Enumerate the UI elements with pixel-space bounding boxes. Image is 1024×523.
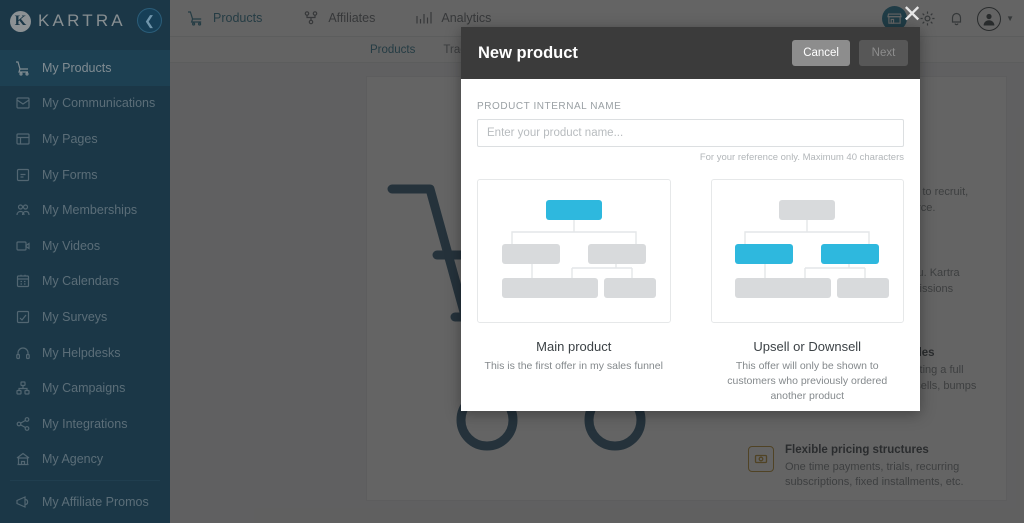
sidebar-item-label: My Memberships — [42, 203, 138, 218]
tree-mid-level-highlighted-icon — [735, 200, 890, 298]
close-icon[interactable]: ✕ — [899, 2, 925, 28]
members-icon — [14, 202, 31, 219]
sidebar-item-my-communications[interactable]: My Communications — [0, 86, 170, 122]
sidebar-item-label: My Surveys — [42, 309, 108, 324]
sidebar-item-my-campaigns[interactable]: My Campaigns — [0, 370, 170, 406]
sidebar-item-my-forms[interactable]: My Forms — [0, 157, 170, 193]
kartra-logo-icon: K — [10, 10, 31, 32]
sidebar-item-my-affiliate-promos[interactable]: My Affiliate Promos — [0, 484, 170, 520]
app-root: K KARTRA ❮ My Products My Communications… — [0, 0, 1024, 523]
sidebar-item-my-memberships[interactable]: My Memberships — [0, 192, 170, 228]
brand-name: KARTRA — [38, 11, 126, 30]
tree-root-highlighted-icon — [501, 200, 656, 298]
choice-main-product[interactable]: Main product This is the first offer in … — [477, 179, 671, 405]
sidebar-item-label: My Agency — [42, 452, 104, 467]
new-product-modal: New product Cancel Next PRODUCT INTERNAL… — [461, 27, 920, 411]
modal-title: New product — [478, 43, 578, 62]
sidebar-item-label: My Helpdesks — [42, 345, 121, 360]
sidebar-item-my-products[interactable]: My Products — [0, 50, 170, 86]
sidebar-item-label: My Pages — [42, 131, 98, 146]
choice-description: This offer will only be shown to custome… — [727, 360, 888, 403]
sidebar-divider — [10, 480, 160, 482]
sidebar-item-my-helpdesks[interactable]: My Helpdesks — [0, 335, 170, 371]
choice-title: Upsell or Downsell — [753, 339, 862, 354]
sidebar-item-my-surveys[interactable]: My Surveys — [0, 299, 170, 335]
sidebar-item-my-integrations[interactable]: My Integrations — [0, 406, 170, 442]
video-icon — [14, 237, 31, 254]
form-icon — [14, 166, 31, 183]
agency-icon — [14, 451, 31, 468]
sidebar-item-label: My Communications — [42, 96, 156, 111]
page-icon — [14, 130, 31, 147]
next-button[interactable]: Next — [859, 40, 908, 66]
sidebar-item-label: My Integrations — [42, 416, 128, 431]
sidebar-item-my-calendars[interactable]: My Calendars — [0, 264, 170, 300]
product-type-choices: Main product This is the first offer in … — [477, 179, 904, 405]
campaign-icon — [14, 380, 31, 397]
chevron-left-icon[interactable]: ❮ — [137, 8, 162, 33]
sidebar-item-label: My Affiliate Promos — [42, 494, 149, 509]
sidebar-item-my-agency[interactable]: My Agency — [0, 442, 170, 478]
headset-icon — [14, 344, 31, 361]
modal-header: New product Cancel Next — [461, 27, 920, 79]
upsell-downsell-diagram[interactable] — [710, 179, 904, 323]
sidebar-item-label: My Videos — [42, 238, 101, 253]
mail-icon — [14, 95, 31, 112]
calendar-icon — [14, 273, 31, 290]
choice-upsell-downsell[interactable]: Upsell or Downsell This offer will only … — [710, 179, 904, 405]
choice-title: Main product — [536, 339, 612, 354]
modal-body: PRODUCT INTERNAL NAME For your reference… — [461, 79, 920, 405]
survey-icon — [14, 308, 31, 325]
cart-icon — [14, 59, 31, 76]
megaphone-icon — [14, 493, 31, 510]
sidebar-nav: My Products My Communications My Pages M… — [0, 42, 170, 520]
product-name-hint: For your reference only. Maximum 40 char… — [699, 152, 904, 163]
sidebar-item-my-pages[interactable]: My Pages — [0, 121, 170, 157]
main-product-diagram[interactable] — [477, 179, 671, 323]
choice-description: This is the first offer in my sales funn… — [484, 360, 663, 372]
cancel-button[interactable]: Cancel — [792, 40, 850, 66]
product-name-input[interactable] — [477, 119, 904, 147]
sidebar-item-label: My Products — [42, 60, 112, 75]
product-name-label: PRODUCT INTERNAL NAME — [477, 101, 622, 112]
share-icon — [14, 415, 31, 432]
modal-actions: Cancel Next — [792, 40, 908, 66]
sidebar-item-label: My Calendars — [42, 274, 120, 289]
sidebar-item-my-videos[interactable]: My Videos — [0, 228, 170, 264]
sidebar: K KARTRA ❮ My Products My Communications… — [0, 0, 170, 523]
sidebar-item-label: My Campaigns — [42, 381, 126, 396]
sidebar-item-label: My Forms — [42, 167, 98, 182]
